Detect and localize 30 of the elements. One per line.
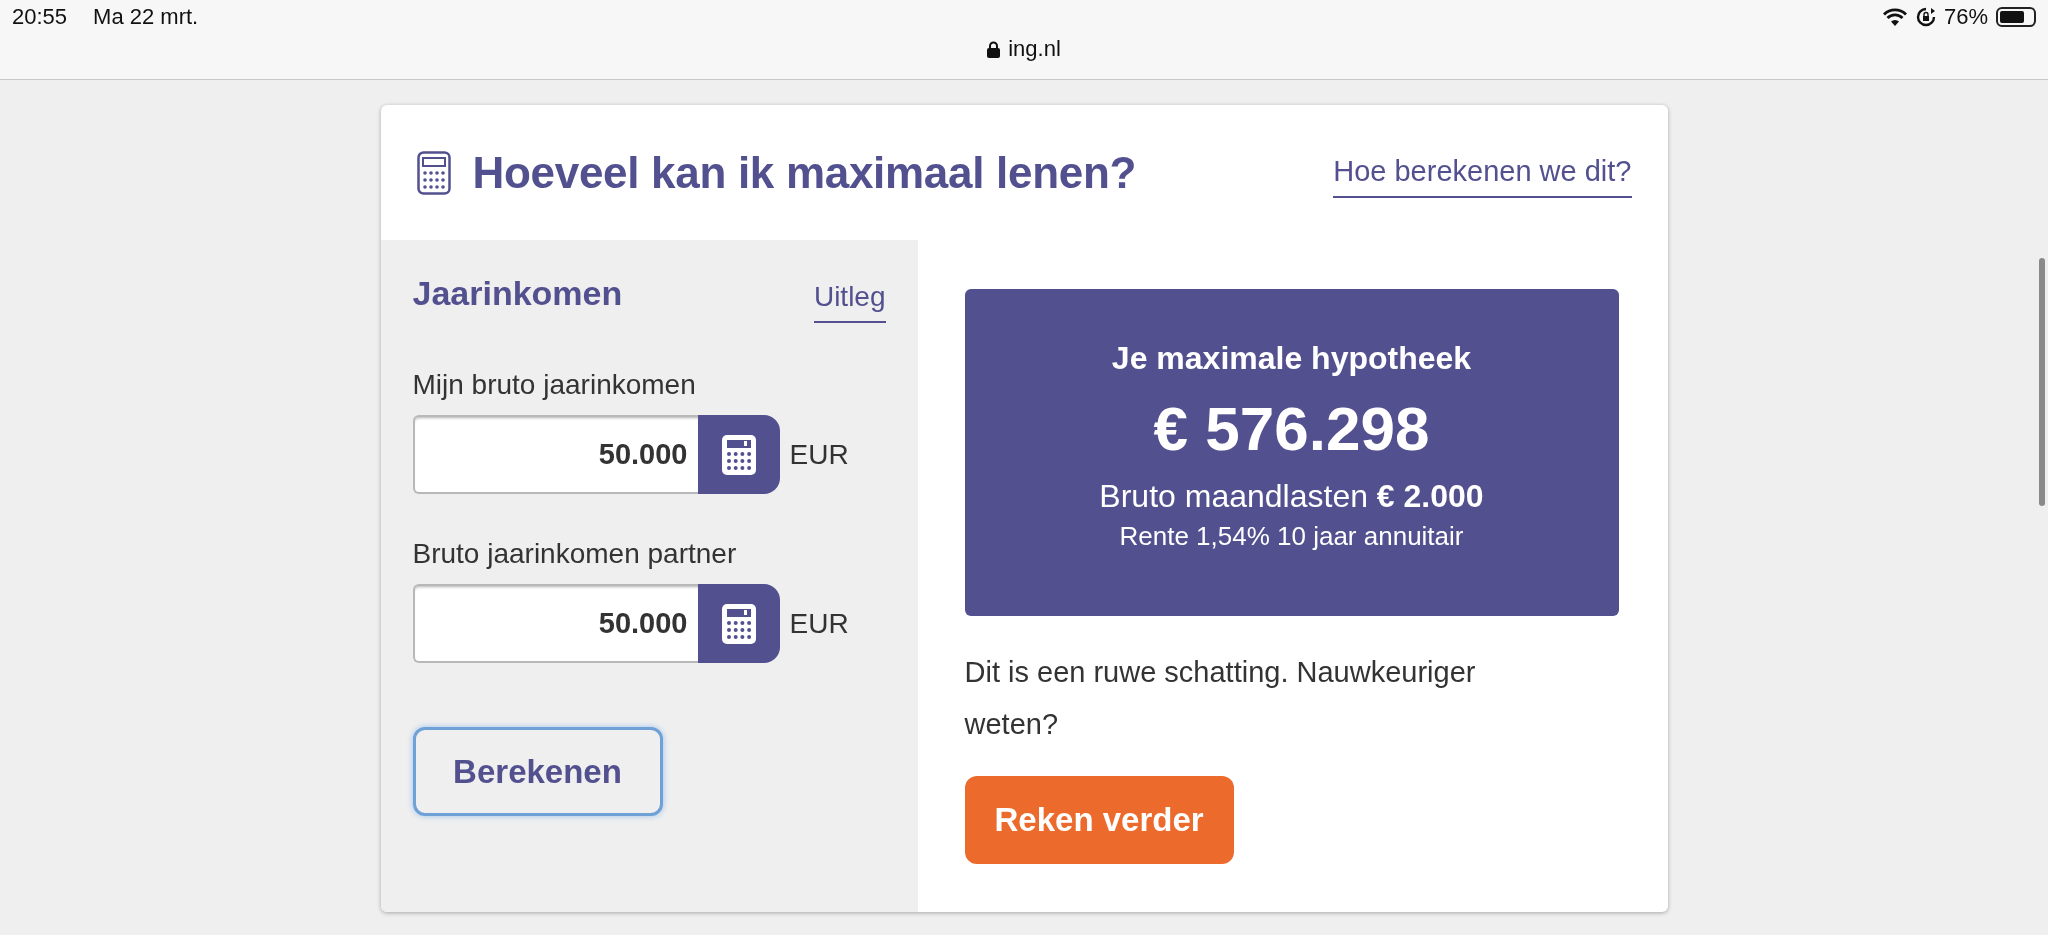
section-heading: Jaarinkomen	[412, 274, 623, 313]
mortgage-amount: € 576.298	[1153, 392, 1430, 464]
calculator-button[interactable]	[697, 415, 780, 494]
income-input[interactable]: 50.000	[412, 415, 698, 494]
clock-time: 20:55	[12, 4, 68, 30]
scrollbar[interactable]	[2039, 258, 2045, 506]
currency-unit: EUR	[789, 607, 849, 640]
battery-icon	[1996, 7, 2036, 27]
field-label: Mijn bruto jaarinkomen	[412, 369, 697, 401]
field-label: Bruto jaarinkomen partner	[412, 538, 738, 570]
estimate-note: Dit is een ruwe schatting. Nauwkeuriger weten?	[964, 655, 1477, 742]
calculator-icon	[721, 434, 756, 475]
calculator-icon	[416, 150, 451, 195]
interest-rate: Rente 1,54% 10 jaar annuitair	[1119, 520, 1464, 552]
date-text: Ma 22 mrt.	[93, 4, 199, 30]
calculator-button[interactable]	[697, 584, 780, 663]
explanation-link[interactable]: Uitleg	[813, 281, 886, 323]
page-title: Hoeveel kan ik maximaal lenen?	[472, 147, 1138, 198]
result-title: Je maximale hypotheek	[1111, 339, 1472, 377]
calculator-icon	[721, 603, 756, 644]
wifi-icon	[1881, 7, 1908, 27]
help-link[interactable]: Hoe berekenen we dit?	[1333, 155, 1632, 198]
currency-unit: EUR	[789, 438, 849, 471]
rotation-lock-icon	[1915, 7, 1936, 27]
income-input[interactable]: 50.000	[412, 584, 698, 663]
battery-percentage: 76%	[1943, 4, 1988, 30]
address-url[interactable]: ing.nl	[1008, 36, 1061, 62]
monthly-costs: Bruto maandlasten € 2.000	[1099, 477, 1484, 515]
lock-icon	[987, 40, 1001, 58]
calculate-button[interactable]: Berekenen	[412, 727, 663, 816]
